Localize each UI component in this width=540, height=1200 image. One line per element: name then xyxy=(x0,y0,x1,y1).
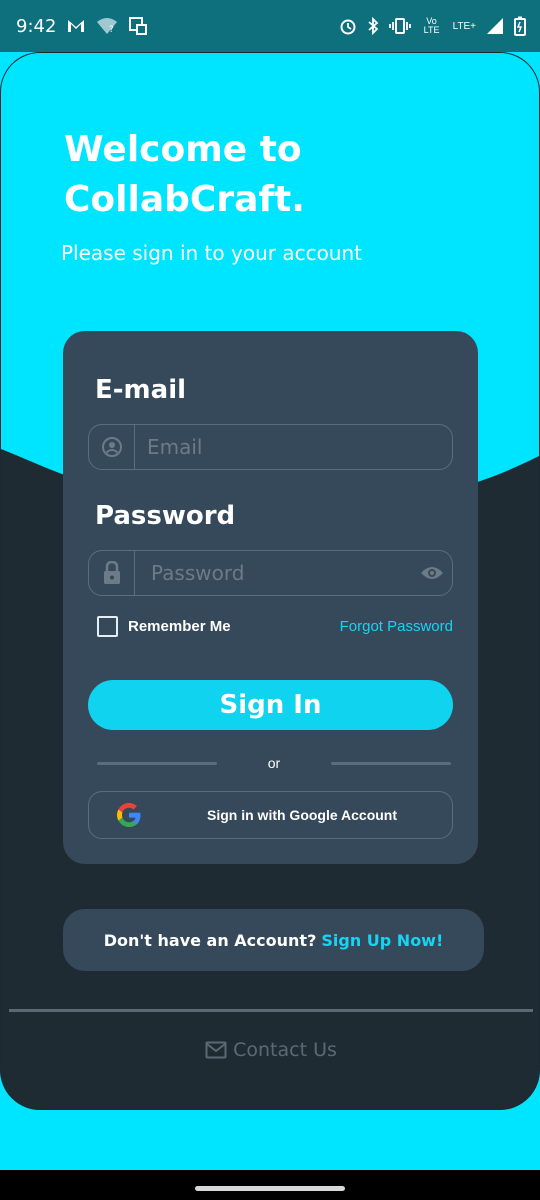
divider-line-right xyxy=(330,761,451,765)
signup-bar: Don't have an Account? Sign Up Now! xyxy=(63,909,484,971)
footer-divider xyxy=(9,1009,533,1012)
remember-me-checkbox[interactable] xyxy=(97,615,118,637)
contact-us-label: Contact Us xyxy=(233,1039,337,1061)
svg-text:?: ? xyxy=(109,25,114,35)
lte-plus-icon: LTE+ xyxy=(452,20,476,32)
password-input[interactable] xyxy=(135,561,412,585)
email-input[interactable] xyxy=(135,435,452,459)
volte-icon: Vo LTE xyxy=(423,16,440,35)
status-time: 9:42 xyxy=(16,15,57,37)
google-icon xyxy=(89,800,169,830)
mail-icon xyxy=(205,1041,227,1059)
battery-icon xyxy=(514,16,526,36)
visibility-toggle-icon[interactable] xyxy=(412,565,452,581)
alarm-icon xyxy=(339,17,357,35)
sign-in-button[interactable]: Sign In xyxy=(88,680,453,730)
status-left: 9:42 ? xyxy=(16,16,148,37)
navigation-bar xyxy=(0,1170,540,1200)
wifi-question-icon: ? xyxy=(96,17,118,35)
page-title: Welcome to CollabCraft. xyxy=(64,129,305,220)
forgot-password-link[interactable]: Forgot Password xyxy=(340,618,453,635)
google-signin-button[interactable]: Sign in with Google Account xyxy=(88,791,453,839)
page-subtitle: Please sign in to your account xyxy=(61,241,362,265)
or-text: or xyxy=(267,755,281,771)
password-field[interactable] xyxy=(88,550,453,596)
signal-icon xyxy=(486,17,504,35)
email-label: E-mail xyxy=(95,375,187,405)
gmail-icon xyxy=(66,18,86,34)
email-field[interactable] xyxy=(88,424,453,470)
status-bar: 9:42 ? Vo LTE LTE+ xyxy=(0,0,540,52)
login-screen: Welcome to CollabCraft. Please sign in t… xyxy=(0,52,540,1110)
screenshot-icon xyxy=(128,16,148,36)
google-signin-label: Sign in with Google Account xyxy=(207,807,398,823)
remember-me-label: Remember Me xyxy=(128,617,231,635)
sign-up-link[interactable]: Sign Up Now! xyxy=(321,931,443,950)
status-right: Vo LTE LTE+ xyxy=(339,16,526,36)
signup-prompt: Don't have an Account? xyxy=(103,930,317,950)
remember-me-toggle[interactable]: Remember Me xyxy=(97,615,231,637)
lock-icon xyxy=(89,551,135,595)
home-indicator[interactable] xyxy=(195,1185,345,1191)
vibrate-icon xyxy=(388,18,411,34)
password-label: Password xyxy=(95,501,236,531)
login-card: E-mail Password Remember Me Forgot Passw… xyxy=(63,331,478,864)
contact-us-link[interactable]: Contact Us xyxy=(1,1035,539,1065)
or-divider: or xyxy=(97,753,451,773)
remember-row: Remember Me Forgot Password xyxy=(97,614,453,638)
divider-line-left xyxy=(97,761,217,765)
user-circle-icon xyxy=(89,425,135,469)
bluetooth-icon xyxy=(367,17,379,35)
